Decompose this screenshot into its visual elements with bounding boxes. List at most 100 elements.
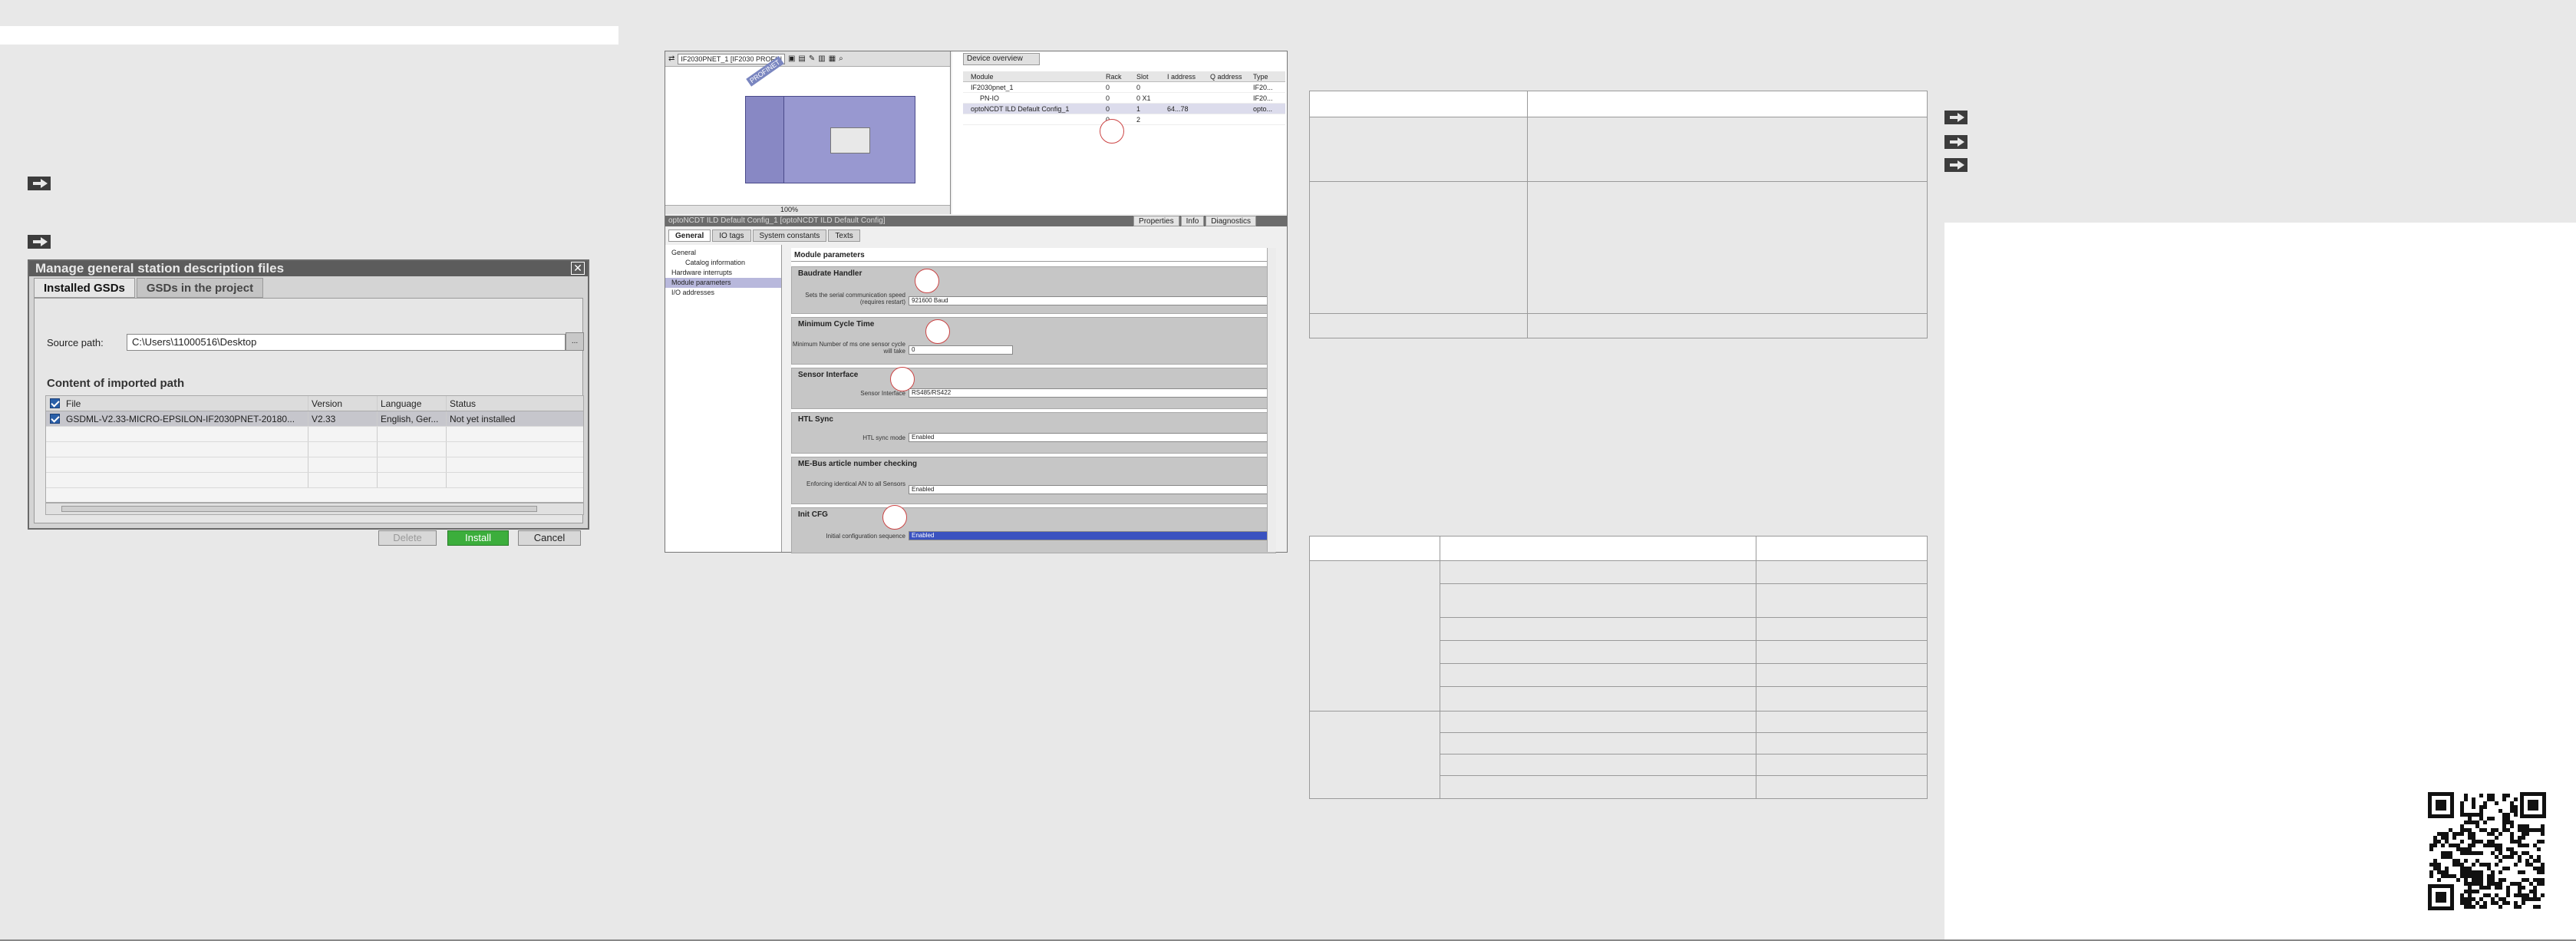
nav-hardware-interrupts[interactable]: Hardware interrupts: [665, 268, 781, 278]
install-button[interactable]: Install: [447, 530, 509, 546]
tab-device-overview[interactable]: Device overview: [963, 53, 1040, 65]
tab-info[interactable]: Info: [1180, 216, 1205, 226]
table-row[interactable]: 0 2: [963, 114, 1285, 125]
table-row: [1309, 536, 1928, 561]
init-cfg-select[interactable]: Enabled: [909, 531, 1269, 540]
column-header-version[interactable]: Version: [308, 396, 378, 411]
nav-general[interactable]: General: [665, 248, 781, 258]
tab-texts[interactable]: Texts: [828, 229, 860, 242]
device-table: Module Rack Slot I address Q address Typ…: [963, 71, 1285, 125]
group-title: Sensor Interface: [798, 371, 859, 379]
baudrate-select[interactable]: 921600 Baud: [909, 296, 1269, 305]
tab-system-constants[interactable]: System constants: [752, 229, 827, 242]
toolbar-icon[interactable]: ✎: [809, 54, 815, 63]
params-title: Module parameters: [791, 248, 1276, 262]
group-cycle-time: Minimum Cycle Time Minimum Number of ms …: [791, 317, 1276, 365]
group-title: HTL Sync: [798, 415, 833, 424]
column-header-q-address[interactable]: Q address: [1210, 71, 1253, 81]
zoom-level[interactable]: 100%: [780, 206, 798, 213]
group-article-check: ME-Bus article number checking Enforcing…: [791, 457, 1276, 504]
row-checkbox[interactable]: [49, 414, 60, 424]
device-overview: Device overview Module Rack Slot I addre…: [952, 51, 1287, 214]
param-label: Minimum Number of ms one sensor cycle wi…: [792, 341, 905, 355]
zoom-bar[interactable]: 100%: [665, 205, 950, 214]
toolbar-icon[interactable]: ▤: [798, 54, 805, 63]
language-cell: English, Ger...: [378, 411, 447, 426]
network-view: ⇄ IF2030PNET_1 [IF2030 PROFIN ▣ ▤ ✎ ▥ ▦ …: [665, 51, 951, 214]
article-check-select[interactable]: Enabled: [909, 485, 1269, 494]
table-row[interactable]: GSDML-V2.33-MICRO-EPSILON-IF2030PNET-201…: [46, 411, 583, 427]
rack-head-module[interactable]: [746, 97, 784, 183]
column-header-type[interactable]: Type: [1253, 71, 1285, 81]
delete-button[interactable]: Delete: [378, 530, 437, 546]
column-header-file[interactable]: File: [63, 396, 308, 411]
cycle-time-input[interactable]: 0: [909, 345, 1013, 355]
nav-io-addresses[interactable]: I/O addresses: [665, 288, 781, 298]
toolbar-icon[interactable]: ▥: [818, 54, 825, 63]
column-header-rack[interactable]: Rack: [1106, 71, 1136, 81]
qr-pattern: [2428, 792, 2546, 910]
toolbar-icon[interactable]: ⇄: [668, 54, 675, 63]
source-path-label: Source path:: [47, 337, 104, 348]
column-header-slot[interactable]: Slot: [1136, 71, 1167, 81]
zoom-icon[interactable]: ⌕: [839, 54, 843, 63]
dialog-tabs: Installed GSDs GSDs in the project: [34, 278, 265, 299]
inspector-tabs: Properties Info Diagnostics: [1133, 216, 1256, 226]
close-icon[interactable]: ✕: [571, 262, 585, 275]
table-row: [46, 442, 583, 457]
tab-diagnostics[interactable]: Diagnostics: [1206, 216, 1256, 226]
sensor-interface-select[interactable]: RS485/RS422: [909, 388, 1269, 398]
tab-installed-gsds[interactable]: Installed GSDs: [34, 278, 135, 298]
browse-button[interactable]: ...: [566, 332, 584, 351]
arrow-right-icon: [1944, 111, 1967, 124]
tia-portal-screenshot: ⇄ IF2030PNET_1 [IF2030 PROFIN ▣ ▤ ✎ ▥ ▦ …: [665, 51, 1288, 553]
param-label: Sensor Interface: [860, 390, 905, 397]
source-path-input[interactable]: C:\Users\11000516\Desktop: [127, 334, 566, 351]
table-row[interactable]: optoNCDT ILD Default Config_1 0 1 64...7…: [963, 104, 1285, 114]
group-baudrate: Baudrate Handler Sets the serial communi…: [791, 266, 1276, 314]
sensor-module[interactable]: [830, 127, 870, 154]
parameter-table-top: [1309, 91, 1928, 338]
tab-io-tags[interactable]: IO tags: [712, 229, 751, 242]
horizontal-scrollbar[interactable]: [45, 503, 584, 515]
scroll-thumb[interactable]: [61, 506, 537, 512]
property-nav: General Catalog information Hardware int…: [665, 245, 782, 552]
table-row: [46, 427, 583, 442]
network-toolbar: ⇄ IF2030PNET_1 [IF2030 PROFIN ▣ ▤ ✎ ▥ ▦ …: [665, 51, 950, 67]
qr-code-icon[interactable]: [2428, 792, 2546, 910]
table-row: [1309, 117, 1928, 182]
tab-properties[interactable]: Properties: [1133, 216, 1179, 226]
column-header-status[interactable]: Status: [447, 396, 583, 411]
arrow-right-icon: [1944, 158, 1967, 172]
toolbar-icon[interactable]: ▦: [829, 54, 836, 63]
nav-module-parameters[interactable]: Module parameters: [665, 278, 781, 288]
tab-general[interactable]: General: [668, 229, 711, 242]
param-label: Initial configuration sequence: [826, 533, 905, 540]
table-row[interactable]: PN-IO 0 0 X1 IF20...: [963, 93, 1285, 104]
param-label: Sets the serial communication speed (req…: [805, 292, 905, 305]
toolbar-icon[interactable]: ▣: [788, 54, 795, 63]
htl-sync-select[interactable]: Enabled: [909, 433, 1269, 442]
column-header-i-address[interactable]: I address: [1167, 71, 1210, 81]
column-header-module[interactable]: Module: [963, 71, 1106, 81]
dialog-title: Manage general station description files: [29, 261, 588, 276]
cancel-button[interactable]: Cancel: [518, 530, 581, 546]
table-row: [1309, 181, 1928, 314]
module-parameters-panel: Module parameters Baudrate Handler Sets …: [791, 248, 1276, 553]
vertical-scrollbar[interactable]: [1267, 248, 1276, 552]
device-rack[interactable]: [745, 96, 915, 183]
table-row[interactable]: IF2030pnet_1 0 0 IF20...: [963, 82, 1285, 93]
tab-gsds-in-project[interactable]: GSDs in the project: [136, 278, 264, 298]
select-all-checkbox[interactable]: [49, 398, 60, 408]
table-row: [46, 473, 583, 488]
column-header-language[interactable]: Language: [378, 396, 447, 411]
group-title: Init CFG: [798, 510, 828, 519]
group-init-cfg: Init CFG Initial configuration sequence …: [791, 505, 1276, 553]
group-sensor-interface: Sensor Interface Sensor Interface RS485/…: [791, 367, 1276, 409]
table-row: [1309, 313, 1928, 338]
file-cell: GSDML-V2.33-MICRO-EPSILON-IF2030PNET-201…: [63, 411, 308, 426]
nav-catalog-information[interactable]: Catalog information: [665, 258, 781, 268]
group-title: Baudrate Handler: [798, 269, 863, 278]
general-tabs: General IO tags System constants Texts: [665, 229, 860, 242]
group-htl-sync: HTL Sync HTL sync mode Enabled: [791, 412, 1276, 454]
